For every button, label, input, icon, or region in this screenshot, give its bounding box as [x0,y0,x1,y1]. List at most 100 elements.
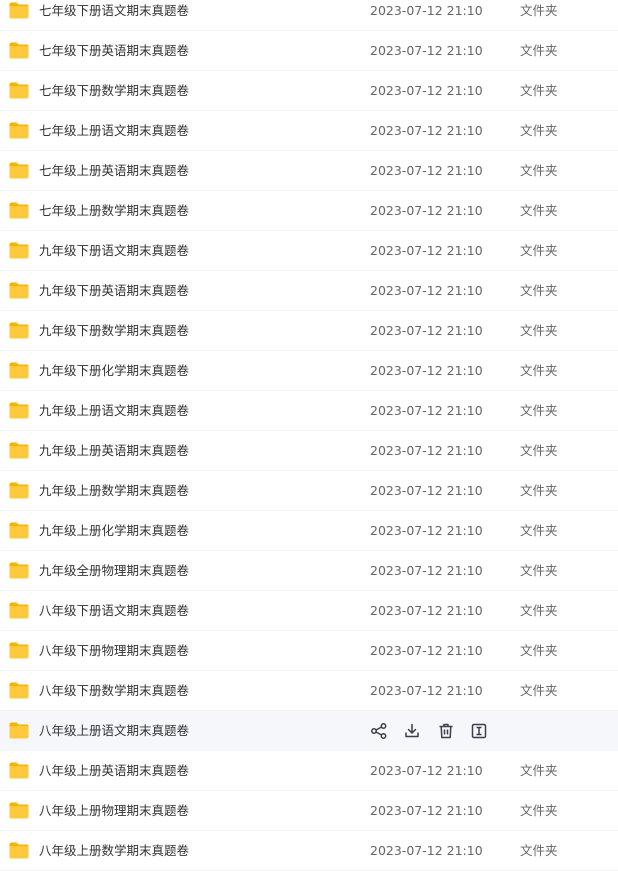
file-row[interactable]: 九年级上册语文期末真题卷 2023-07-12 21:10 文件夹 [0,391,618,431]
file-name[interactable]: 八年级上册语文期末真题卷 [39,711,189,751]
file-type: 文件夹 [520,203,558,218]
file-type: 文件夹 [520,163,558,178]
file-name[interactable]: 九年级下册数学期末真题卷 [39,311,189,351]
file-type: 文件夹 [520,83,558,98]
file-type: 文件夹 [520,763,558,778]
file-row[interactable]: 九年级全册物理期末真题卷 2023-07-12 21:10 文件夹 [0,551,618,591]
file-name[interactable]: 八年级下册物理期末真题卷 [39,631,189,671]
file-row[interactable]: 九年级下册数学期末真题卷 2023-07-12 21:10 文件夹 [0,311,618,351]
file-name[interactable]: 七年级上册数学期末真题卷 [39,191,189,231]
file-type: 文件夹 [520,643,558,658]
folder-icon [8,681,30,700]
file-row[interactable]: 九年级上册数学期末真题卷 2023-07-12 21:10 文件夹 [0,471,618,511]
file-date: 2023-07-12 21:10 [370,323,483,338]
folder-icon [8,241,30,260]
folder-icon [8,201,30,220]
file-name[interactable]: 九年级上册语文期末真题卷 [39,391,189,431]
file-row[interactable]: 八年级下册物理期末真题卷 2023-07-12 21:10 文件夹 [0,631,618,671]
folder-icon [8,721,30,740]
file-row[interactable]: 九年级下册化学期末真题卷 2023-07-12 21:10 文件夹 [0,351,618,391]
file-row[interactable]: 七年级上册数学期末真题卷 2023-07-12 21:10 文件夹 [0,191,618,231]
file-date: 2023-07-12 21:10 [370,763,483,778]
folder-icon [8,801,30,820]
file-name[interactable]: 七年级下册数学期末真题卷 [39,71,189,111]
file-type: 文件夹 [520,523,558,538]
file-row[interactable]: 九年级上册化学期末真题卷 2023-07-12 21:10 文件夹 [0,511,618,551]
file-date: 2023-07-12 21:10 [370,163,483,178]
file-row[interactable]: 七年级下册数学期末真题卷 2023-07-12 21:10 文件夹 [0,71,618,111]
file-name[interactable]: 八年级上册英语期末真题卷 [39,751,189,791]
rename-icon[interactable] [470,722,488,740]
file-row[interactable]: 七年级上册英语期末真题卷 2023-07-12 21:10 文件夹 [0,151,618,191]
folder-icon [8,641,30,660]
file-type: 文件夹 [520,683,558,698]
file-date: 2023-07-12 21:10 [370,803,483,818]
folder-icon [8,561,30,580]
file-row[interactable]: 七年级上册语文期末真题卷 2023-07-12 21:10 文件夹 [0,111,618,151]
file-name[interactable]: 九年级下册化学期末真题卷 [39,351,189,391]
file-name[interactable]: 九年级上册化学期末真题卷 [39,511,189,551]
file-type: 文件夹 [520,123,558,138]
download-icon[interactable] [403,722,421,740]
file-name[interactable]: 八年级上册物理期末真题卷 [39,791,189,831]
file-list: 七年级下册语文期末真题卷 2023-07-12 21:10 文件夹 七年级下册英语期末… [0,0,618,871]
file-type: 文件夹 [520,803,558,818]
file-row[interactable]: 八年级下册数学期末真题卷 2023-07-12 21:10 文件夹 [0,671,618,711]
file-name[interactable]: 八年级下册数学期末真题卷 [39,671,189,711]
file-row[interactable]: 八年级下册语文期末真题卷 2023-07-12 21:10 文件夹 [0,591,618,631]
file-date: 2023-07-12 21:10 [370,243,483,258]
file-date: 2023-07-12 21:10 [370,3,483,18]
file-row[interactable]: 九年级上册英语期末真题卷 2023-07-12 21:10 文件夹 [0,431,618,471]
file-type: 文件夹 [520,483,558,498]
folder-icon [8,321,30,340]
file-date: 2023-07-12 21:10 [370,523,483,538]
file-date: 2023-07-12 21:10 [370,363,483,378]
file-type: 文件夹 [520,603,558,618]
file-date: 2023-07-12 21:10 [370,203,483,218]
file-date: 2023-07-12 21:10 [370,483,483,498]
file-type: 文件夹 [520,43,558,58]
file-row[interactable]: 七年级下册语文期末真题卷 2023-07-12 21:10 文件夹 [0,0,618,31]
file-name[interactable]: 八年级下册语文期末真题卷 [39,591,189,631]
file-type: 文件夹 [520,363,558,378]
share-icon[interactable] [370,722,388,740]
folder-icon [8,521,30,540]
folder-icon [8,481,30,500]
delete-icon[interactable] [437,722,455,740]
folder-icon [8,601,30,620]
folder-icon [8,281,30,300]
file-type: 文件夹 [520,283,558,298]
file-name[interactable]: 七年级下册英语期末真题卷 [39,31,189,71]
folder-icon [8,161,30,180]
file-row[interactable]: 八年级上册语文期末真题卷 [0,711,618,751]
file-date: 2023-07-12 21:10 [370,563,483,578]
file-name[interactable]: 七年级上册语文期末真题卷 [39,111,189,151]
file-row[interactable]: 九年级下册语文期末真题卷 2023-07-12 21:10 文件夹 [0,231,618,271]
file-type: 文件夹 [520,403,558,418]
file-name[interactable]: 九年级下册英语期末真题卷 [39,271,189,311]
folder-icon [8,841,30,860]
file-name[interactable]: 八年级上册数学期末真题卷 [39,831,189,871]
file-date: 2023-07-12 21:10 [370,603,483,618]
file-date: 2023-07-12 21:10 [370,83,483,98]
file-date: 2023-07-12 21:10 [370,683,483,698]
folder-icon [8,41,30,60]
file-type: 文件夹 [520,243,558,258]
file-name[interactable]: 九年级上册英语期末真题卷 [39,431,189,471]
file-date: 2023-07-12 21:10 [370,403,483,418]
folder-icon [8,441,30,460]
file-row[interactable]: 九年级下册英语期末真题卷 2023-07-12 21:10 文件夹 [0,271,618,311]
file-name[interactable]: 七年级上册英语期末真题卷 [39,151,189,191]
file-row[interactable]: 八年级上册物理期末真题卷 2023-07-12 21:10 文件夹 [0,791,618,831]
folder-icon [8,1,30,20]
file-name[interactable]: 九年级全册物理期末真题卷 [39,551,189,591]
file-name[interactable]: 九年级上册数学期末真题卷 [39,471,189,511]
file-row[interactable]: 八年级上册英语期末真题卷 2023-07-12 21:10 文件夹 [0,751,618,791]
folder-icon [8,401,30,420]
file-type: 文件夹 [520,3,558,18]
file-name[interactable]: 九年级下册语文期末真题卷 [39,231,189,271]
file-row[interactable]: 八年级上册数学期末真题卷 2023-07-12 21:10 文件夹 [0,831,618,871]
file-name[interactable]: 七年级下册语文期末真题卷 [39,0,189,31]
file-date: 2023-07-12 21:10 [370,643,483,658]
file-row[interactable]: 七年级下册英语期末真题卷 2023-07-12 21:10 文件夹 [0,31,618,71]
